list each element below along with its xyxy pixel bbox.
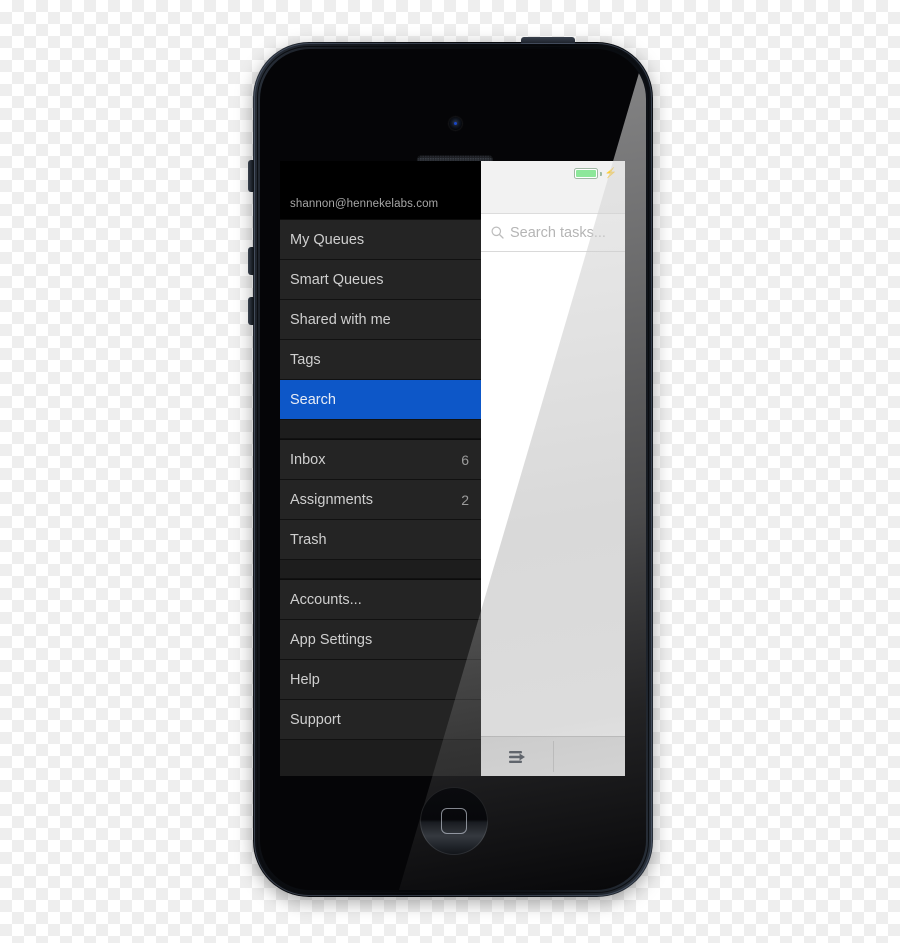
battery-body [574,168,599,179]
account-header[interactable]: shannon@hennekelabs.com [280,161,481,219]
sidebar-item-label: Search [290,391,336,408]
account-email-label: shannon@hennekelabs.com [290,198,439,210]
sidebar-item-label: Inbox [290,451,326,468]
status-bar: ⚡ [481,161,625,214]
sidebar-item-inbox[interactable]: Inbox 6 [280,440,481,480]
sidebar-item-badge: 6 [461,451,469,468]
home-button-square-icon [441,808,467,834]
list-arrow-icon [508,750,525,763]
sidebar-item-label: Support [290,711,341,728]
sidebar-group-mailboxes: Inbox 6 Assignments 2 Trash [280,439,481,560]
sidebar-item-help[interactable]: Help [280,660,481,700]
sidebar-item-trash[interactable]: Trash [280,520,481,560]
main-content-pane: ⚡ Search tasks... [481,161,625,776]
screenshot-stage: shannon@hennekelabs.com My Queues Smart … [0,0,900,943]
sidebar-bottom-filler [280,740,481,774]
bottom-toolbar [481,736,625,776]
sidebar-group-separator-2 [280,560,481,579]
sidebar-item-label: Smart Queues [290,271,384,288]
sidebar-item-app-settings[interactable]: App Settings [280,620,481,660]
camera-lens-dot [453,121,458,126]
sidebar-item-label: App Settings [290,631,373,648]
task-list-area [481,252,625,736]
sidebar-item-badge: 2 [461,491,469,508]
lightning-bolt-icon: ⚡ [604,167,617,179]
battery-cap [600,171,602,176]
sidebar-group-settings: Accounts... App Settings Help Support [280,579,481,740]
sidebar-item-accounts[interactable]: Accounts... [280,580,481,620]
sidebar-item-label: Help [290,671,320,688]
sidebar-item-label: Trash [290,531,327,548]
sidebar-item-label: My Queues [290,231,365,248]
sidebar-item-assignments[interactable]: Assignments 2 [280,480,481,520]
sidebar-item-smart-queues[interactable]: Smart Queues [280,260,481,300]
toolbar-right-slot[interactable] [554,737,626,776]
home-button[interactable] [420,787,488,855]
sidebar-drawer: shannon@hennekelabs.com My Queues Smart … [280,161,481,776]
toolbar-menu-button[interactable] [481,737,553,776]
sidebar-item-label: Shared with me [290,311,391,328]
sidebar-group-separator [280,420,481,439]
volume-up-button[interactable] [248,247,254,275]
search-icon [491,226,504,239]
sidebar-item-tags[interactable]: Tags [280,340,481,380]
iphone-device-frame: shannon@hennekelabs.com My Queues Smart … [248,37,653,897]
sidebar-item-shared-with-me[interactable]: Shared with me [280,300,481,340]
search-input[interactable]: Search tasks... [510,225,606,241]
sidebar-item-label: Tags [290,351,321,368]
sidebar-item-search[interactable]: Search [280,380,481,420]
sidebar-item-label: Assignments [290,491,374,508]
front-camera-icon [449,117,462,130]
search-bar[interactable]: Search tasks... [481,214,625,252]
mute-switch[interactable] [248,160,254,192]
app-screen: shannon@hennekelabs.com My Queues Smart … [280,161,625,776]
volume-down-button[interactable] [248,297,254,325]
sidebar-item-support[interactable]: Support [280,700,481,740]
sidebar-item-label: Accounts... [290,591,362,608]
sidebar-group-primary: My Queues Smart Queues Shared with me Ta… [280,219,481,420]
battery-fill [576,170,597,177]
sidebar-item-my-queues[interactable]: My Queues [280,220,481,260]
battery-charging-icon: ⚡ [574,168,617,179]
power-button[interactable] [521,37,575,44]
